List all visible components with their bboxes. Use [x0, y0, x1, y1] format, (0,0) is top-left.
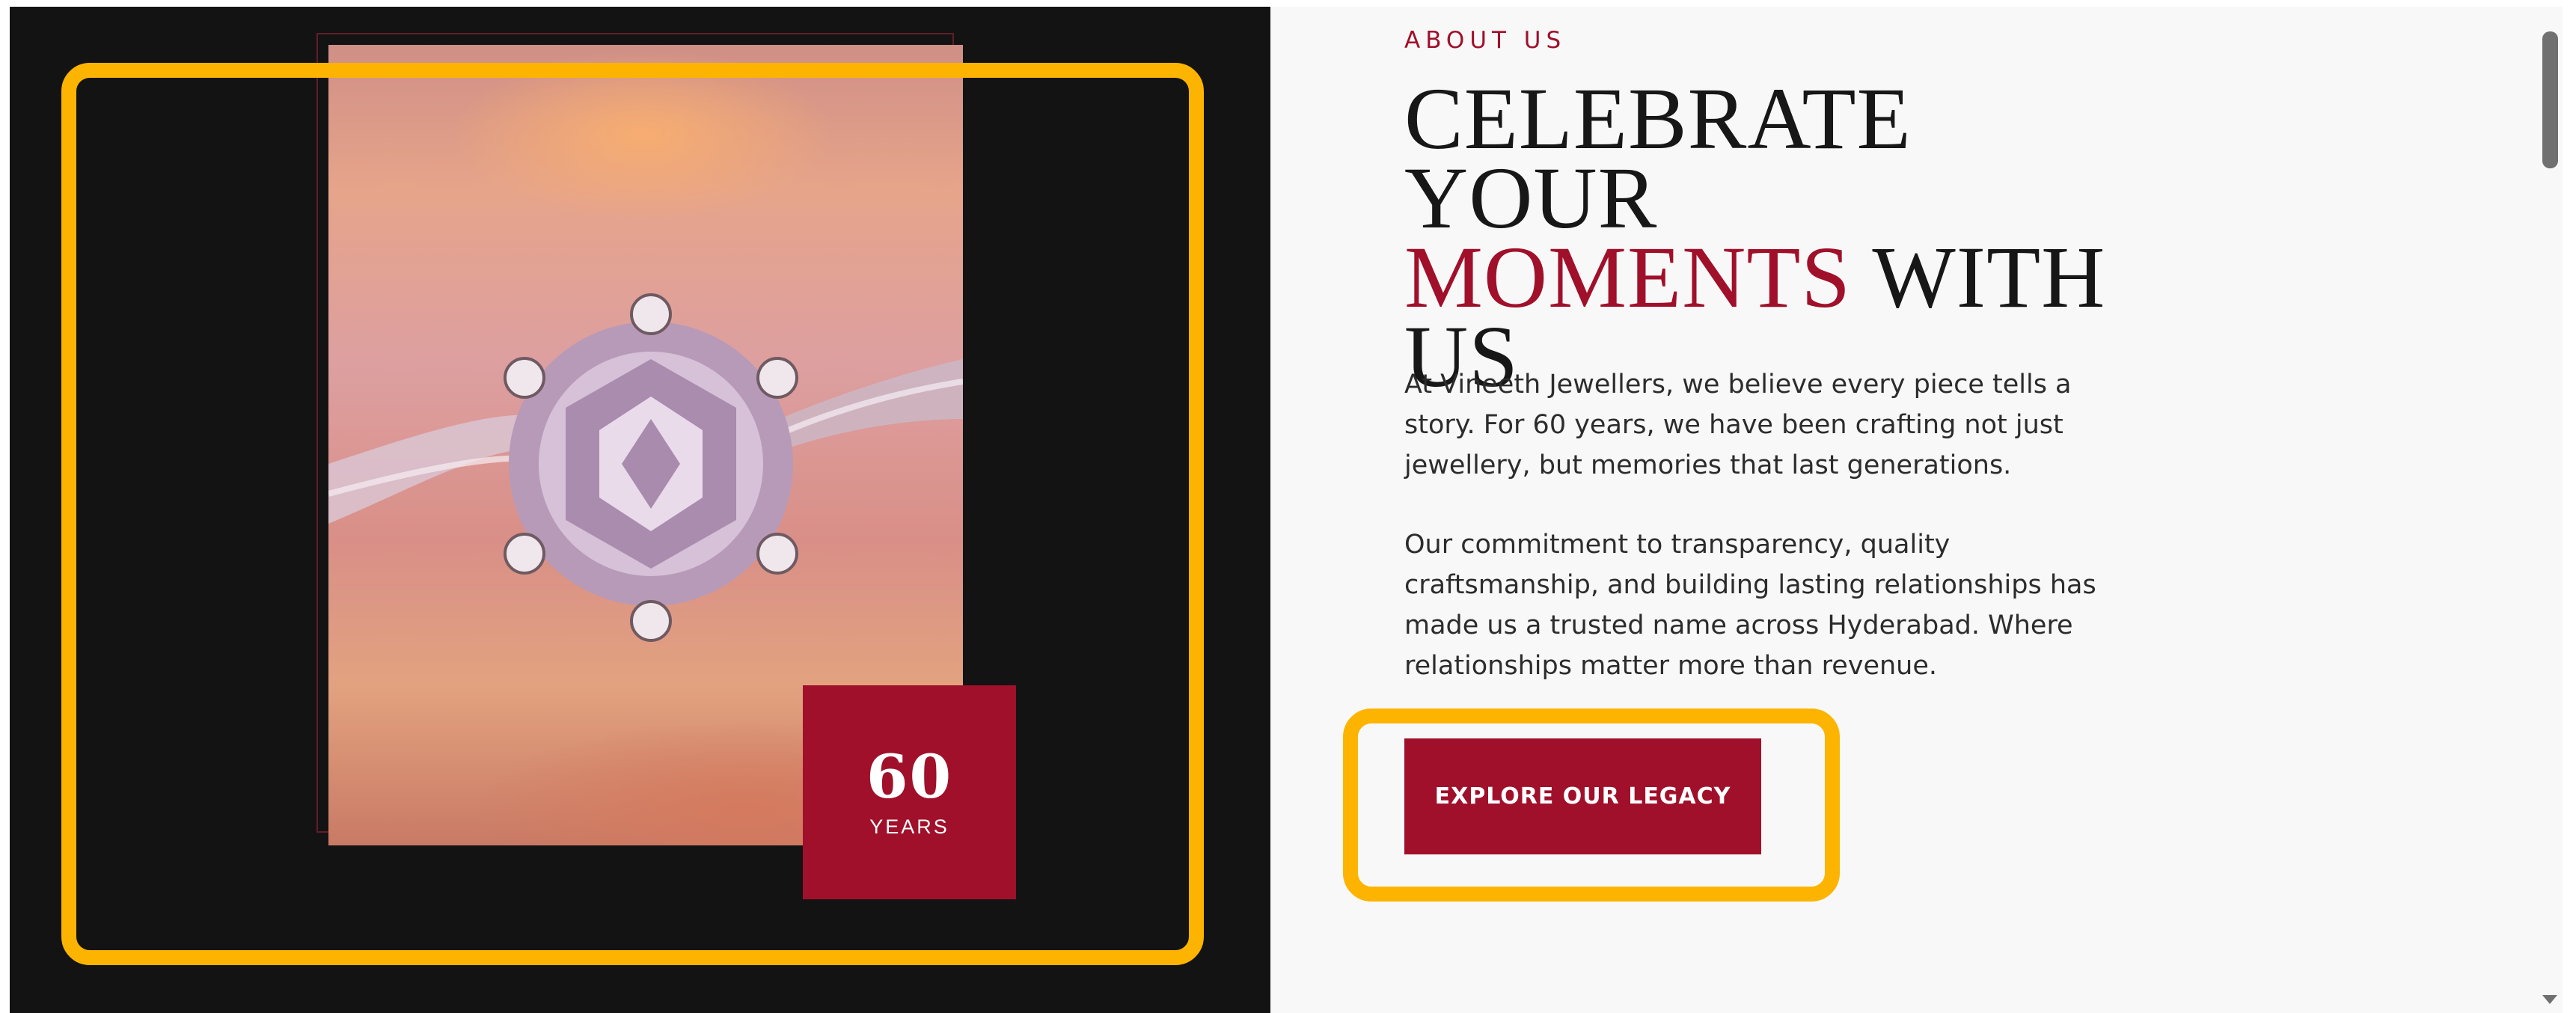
- headline-line-1: CELEBRATE YOUR: [1404, 70, 1912, 247]
- scroll-down-arrow-icon[interactable]: [2542, 995, 2557, 1004]
- headline-line-2-rest: WITH: [1851, 228, 2106, 326]
- about-paragraph-2: Our commitment to transparency, quality …: [1404, 530, 2096, 681]
- section-eyebrow: ABOUT US: [1404, 27, 1567, 54]
- page-title: CELEBRATE YOUR MOMENTS WITH US: [1404, 75, 2153, 401]
- button-highlight-box: [1343, 709, 1840, 902]
- image-highlight-box: [61, 63, 1204, 965]
- scrollbar-thumb[interactable]: [2542, 31, 2558, 168]
- about-paragraph-1: At Vineeth Jewellers, we believe every p…: [1404, 370, 2072, 480]
